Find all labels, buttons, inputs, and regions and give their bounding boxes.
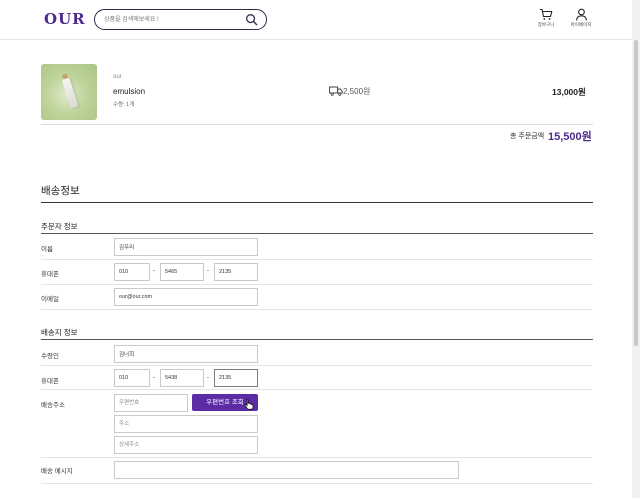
delivery-truck-icon [329,86,343,96]
delivery-message-label: 배송 메시지 [41,468,73,475]
recipient-name-input[interactable] [114,345,258,363]
address-label: 배송주소 [41,402,65,409]
total-label: 총 주문금액 [510,133,545,140]
product-brand: our [113,74,122,80]
scrollbar-thumb[interactable] [634,40,638,346]
search-bar [94,9,267,30]
divider [41,202,593,203]
recipient-name-label: 수령인 [41,353,59,360]
hand-pointer-cursor-icon [244,398,254,410]
delivery-message-input[interactable] [114,461,459,479]
orderer-phone-middle-input[interactable] [160,263,204,281]
search-input[interactable] [104,13,244,26]
recipient-info-title: 배송지 정보 [41,328,78,337]
delivery-section-title: 배송정보 [41,185,80,197]
mypage-label: 마이페이지 [570,22,592,27]
orderer-info-title: 주문자 정보 [41,222,78,231]
product-price: 13,000원 [552,87,586,97]
product-name: emulsion [113,87,146,96]
product-quantity: 수량: 1개 [113,102,135,108]
recipient-phone-last-input[interactable] [214,369,258,387]
site-header: OUR 장바구니 마이페이지 [0,0,632,40]
cart-icon [540,8,553,20]
divider [41,457,593,458]
search-icon[interactable] [245,13,258,26]
address-input[interactable] [114,415,258,433]
orderer-email-input[interactable] [114,288,258,306]
orderer-phone-last-input[interactable] [214,263,258,281]
divider [41,284,593,285]
orderer-phone-label: 휴대폰 [41,271,59,278]
logo[interactable]: OUR [44,10,86,28]
divider [41,483,593,484]
divider [41,233,593,234]
product-image [41,64,97,120]
cart-button[interactable]: 장바구니 [531,8,561,34]
total-value: 15,500원 [548,131,592,143]
orderer-name-label: 이름 [41,246,53,253]
divider [41,365,593,366]
orderer-phone-first-input[interactable] [114,263,150,281]
zipcode-input[interactable] [114,394,188,412]
divider [41,339,593,340]
address-detail-input[interactable] [114,436,258,454]
mypage-button[interactable]: 마이페이지 [566,8,596,34]
divider [41,124,593,125]
page-scrollbar[interactable] [632,0,640,498]
shipping-fee: 2,500원 [343,87,371,96]
recipient-phone-label: 휴대폰 [41,378,59,385]
divider [41,389,593,390]
recipient-phone-first-input[interactable] [114,369,150,387]
orderer-name-input[interactable] [114,238,258,256]
cart-label: 장바구니 [537,22,555,27]
recipient-phone-middle-input[interactable] [160,369,204,387]
divider [41,309,593,310]
dark-mode-moon-icon[interactable] [509,12,523,26]
user-icon [575,8,587,21]
orderer-email-label: 이메일 [41,296,59,303]
divider [41,259,593,260]
